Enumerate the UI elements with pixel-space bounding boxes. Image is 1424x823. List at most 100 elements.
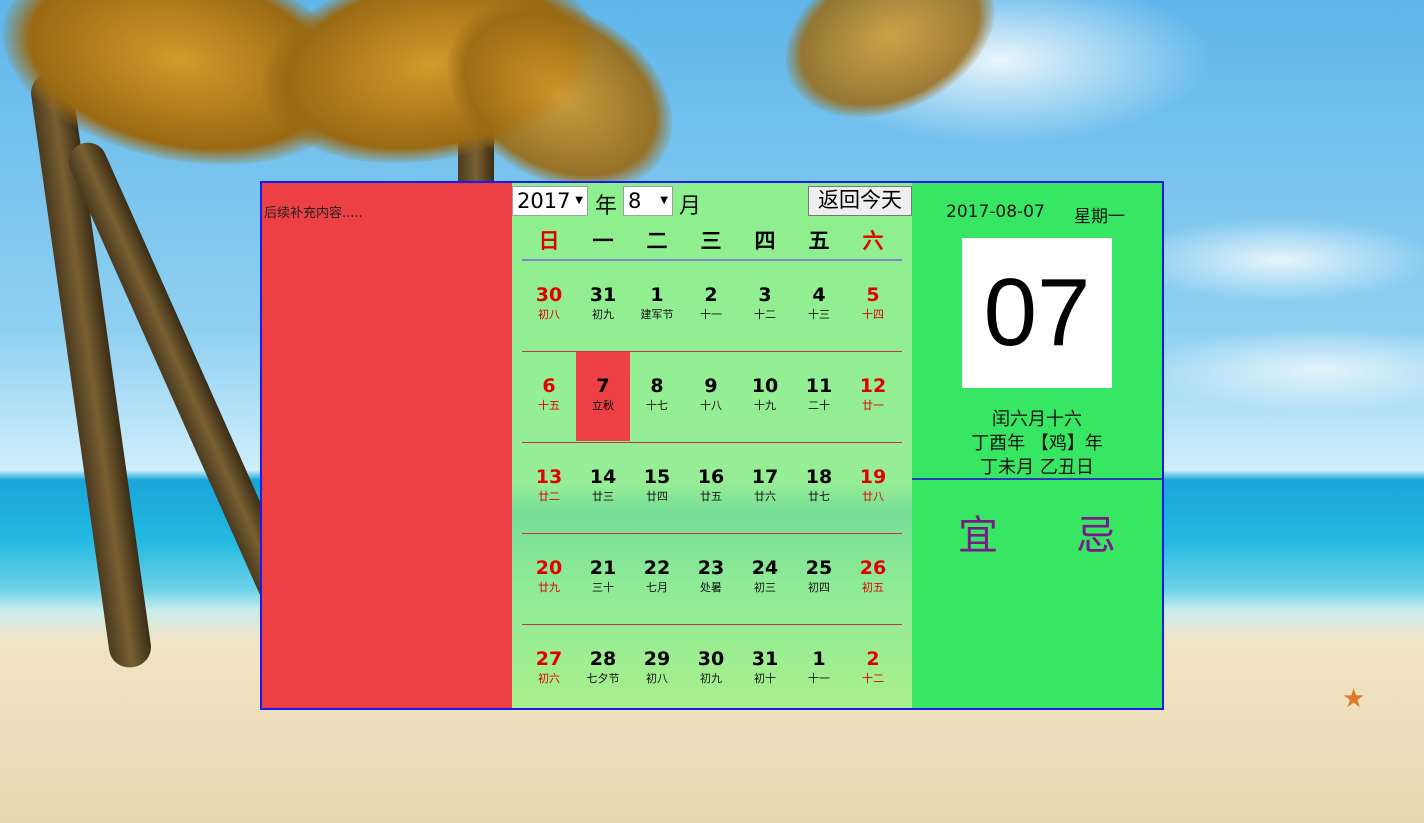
day-cell[interactable]: 31 初九 bbox=[576, 261, 630, 350]
left-panel: 后续补充内容..... bbox=[262, 183, 512, 708]
day-number: 16 bbox=[697, 466, 725, 488]
day-cell[interactable]: 3 十二 bbox=[738, 261, 792, 350]
day-number: 20 bbox=[535, 557, 563, 579]
year-select-value: 2017 bbox=[517, 189, 571, 213]
lunar-day: 廿五 bbox=[700, 490, 722, 503]
day-cell[interactable]: 22 七月 bbox=[630, 534, 684, 623]
lunar-day: 十二 bbox=[754, 308, 776, 321]
lunar-day: 廿九 bbox=[538, 581, 560, 594]
day-number: 1 bbox=[812, 648, 826, 670]
divider bbox=[912, 478, 1162, 480]
calendar-days: 30 初八 31 初九 1 建军节 2 十一 3 十二 4 十三 5 十四 6 十五 7 立秋 8 十七 9 十八 10 十九… bbox=[522, 261, 902, 708]
day-cell[interactable]: 23 处暑 bbox=[684, 534, 738, 623]
back-to-today-button[interactable]: 返回今天 bbox=[808, 186, 912, 216]
day-cell[interactable]: 16 廿五 bbox=[684, 443, 738, 532]
day-number: 31 bbox=[589, 284, 617, 306]
day-cell[interactable]: 4 十三 bbox=[792, 261, 846, 350]
lunar-day: 初八 bbox=[538, 308, 560, 321]
day-cell[interactable]: 5 十四 bbox=[846, 261, 900, 350]
day-cell[interactable]: 2 十二 bbox=[846, 625, 900, 708]
day-cell[interactable]: 2 十一 bbox=[684, 261, 738, 350]
triangle-down-icon: ▼ bbox=[660, 195, 668, 206]
weekday-sat: 六 bbox=[862, 229, 884, 253]
year-label: 年 bbox=[595, 194, 618, 219]
ji-label: 忌 bbox=[1076, 513, 1116, 559]
day-cell[interactable]: 1 十一 bbox=[792, 625, 846, 708]
day-number: 3 bbox=[758, 284, 772, 306]
palm-trunk-decoration bbox=[28, 69, 154, 671]
lunar-day: 廿八 bbox=[862, 490, 884, 503]
lunar-day: 十三 bbox=[808, 308, 830, 321]
calendar-toolbar: 2017 ▼ 年 8 ▼ 月 返回今天 bbox=[512, 186, 912, 219]
day-cell[interactable]: 29 初八 bbox=[630, 625, 684, 708]
big-day-number: 07 bbox=[962, 238, 1112, 388]
day-number: 9 bbox=[704, 375, 718, 397]
lunar-day: 初九 bbox=[700, 672, 722, 685]
day-cell[interactable]: 10 十九 bbox=[738, 352, 792, 441]
lunar-day: 十一 bbox=[808, 672, 830, 685]
day-number: 11 bbox=[805, 375, 833, 397]
day-cell[interactable]: 6 十五 bbox=[522, 352, 576, 441]
day-cell[interactable]: 11 二十 bbox=[792, 352, 846, 441]
day-cell[interactable]: 17 廿六 bbox=[738, 443, 792, 532]
lunar-day: 初三 bbox=[754, 581, 776, 594]
lunar-day: 七夕节 bbox=[586, 672, 620, 685]
calendar-grid-panel: 2017 ▼ 年 8 ▼ 月 返回今天 日 一 二 三 四 五 六 30 初八 31… bbox=[512, 183, 912, 708]
day-number: 18 bbox=[805, 466, 833, 488]
lunar-day: 建军节 bbox=[640, 308, 674, 321]
lunar-day: 十八 bbox=[700, 399, 722, 412]
month-select[interactable]: 8 ▼ bbox=[623, 186, 673, 216]
palm-frond-decoration bbox=[758, 0, 1022, 150]
day-cell[interactable]: 7 立秋 bbox=[576, 352, 630, 441]
calendar-panel: 后续补充内容..... 2017 ▼ 年 8 ▼ 月 返回今天 日 一 二 三 … bbox=[260, 181, 1164, 710]
day-cell[interactable]: 26 初五 bbox=[846, 534, 900, 623]
lunar-day: 初九 bbox=[592, 308, 614, 321]
day-cell[interactable]: 20 廿九 bbox=[522, 534, 576, 623]
day-number: 2 bbox=[704, 284, 718, 306]
month-select-value: 8 bbox=[628, 189, 642, 213]
day-cell[interactable]: 24 初三 bbox=[738, 534, 792, 623]
weekday-sun: 日 bbox=[538, 229, 560, 253]
day-cell[interactable]: 19 廿八 bbox=[846, 443, 900, 532]
day-cell[interactable]: 30 初八 bbox=[522, 261, 576, 350]
selected-date: 2017-08-07 bbox=[946, 202, 1045, 222]
day-cell[interactable]: 21 三十 bbox=[576, 534, 630, 623]
starfish-icon: ★ bbox=[1342, 684, 1366, 714]
day-cell[interactable]: 9 十八 bbox=[684, 352, 738, 441]
day-cell[interactable]: 18 廿七 bbox=[792, 443, 846, 532]
triangle-down-icon: ▼ bbox=[575, 195, 583, 206]
day-cell[interactable]: 14 廿三 bbox=[576, 443, 630, 532]
day-cell[interactable]: 30 初九 bbox=[684, 625, 738, 708]
lunar-date: 闰六月十六 bbox=[992, 409, 1082, 430]
day-number: 24 bbox=[751, 557, 779, 579]
day-number: 26 bbox=[859, 557, 887, 579]
day-number: 5 bbox=[866, 284, 880, 306]
day-cell[interactable]: 25 初四 bbox=[792, 534, 846, 623]
day-cell[interactable]: 8 十七 bbox=[630, 352, 684, 441]
lunar-info: 闰六月十六 丁酉年 【鸡】年 丁未月 乙丑日 bbox=[912, 408, 1162, 480]
day-number: 10 bbox=[751, 375, 779, 397]
lunar-day: 初四 bbox=[808, 581, 830, 594]
week-row: 20 廿九 21 三十 22 七月 23 处暑 24 初三 25 初四 26 初五 bbox=[522, 534, 902, 625]
day-cell[interactable]: 27 初六 bbox=[522, 625, 576, 708]
day-cell[interactable]: 12 廿一 bbox=[846, 352, 900, 441]
week-row: 6 十五 7 立秋 8 十七 9 十八 10 十九 11 二十 12 廿一 bbox=[522, 352, 902, 443]
day-number: 21 bbox=[589, 557, 617, 579]
day-number: 29 bbox=[643, 648, 671, 670]
day-cell[interactable]: 1 建军节 bbox=[630, 261, 684, 350]
lunar-day: 廿六 bbox=[754, 490, 776, 503]
lunar-day: 廿四 bbox=[646, 490, 668, 503]
day-cell[interactable]: 28 七夕节 bbox=[576, 625, 630, 708]
day-detail-panel: 2017-08-07 星期一 07 闰六月十六 丁酉年 【鸡】年 丁未月 乙丑日… bbox=[912, 183, 1162, 708]
month-day-ganzhi: 丁未月 乙丑日 bbox=[980, 457, 1094, 478]
day-cell[interactable]: 31 初十 bbox=[738, 625, 792, 708]
year-select[interactable]: 2017 ▼ bbox=[512, 186, 588, 216]
day-number: 1 bbox=[650, 284, 664, 306]
day-cell[interactable]: 13 廿二 bbox=[522, 443, 576, 532]
day-number: 8 bbox=[650, 375, 664, 397]
lunar-day: 初十 bbox=[754, 672, 776, 685]
day-number: 25 bbox=[805, 557, 833, 579]
lunar-day: 廿二 bbox=[538, 490, 560, 503]
day-cell[interactable]: 15 廿四 bbox=[630, 443, 684, 532]
week-row: 13 廿二 14 廿三 15 廿四 16 廿五 17 廿六 18 廿七 19 廿八 bbox=[522, 443, 902, 534]
